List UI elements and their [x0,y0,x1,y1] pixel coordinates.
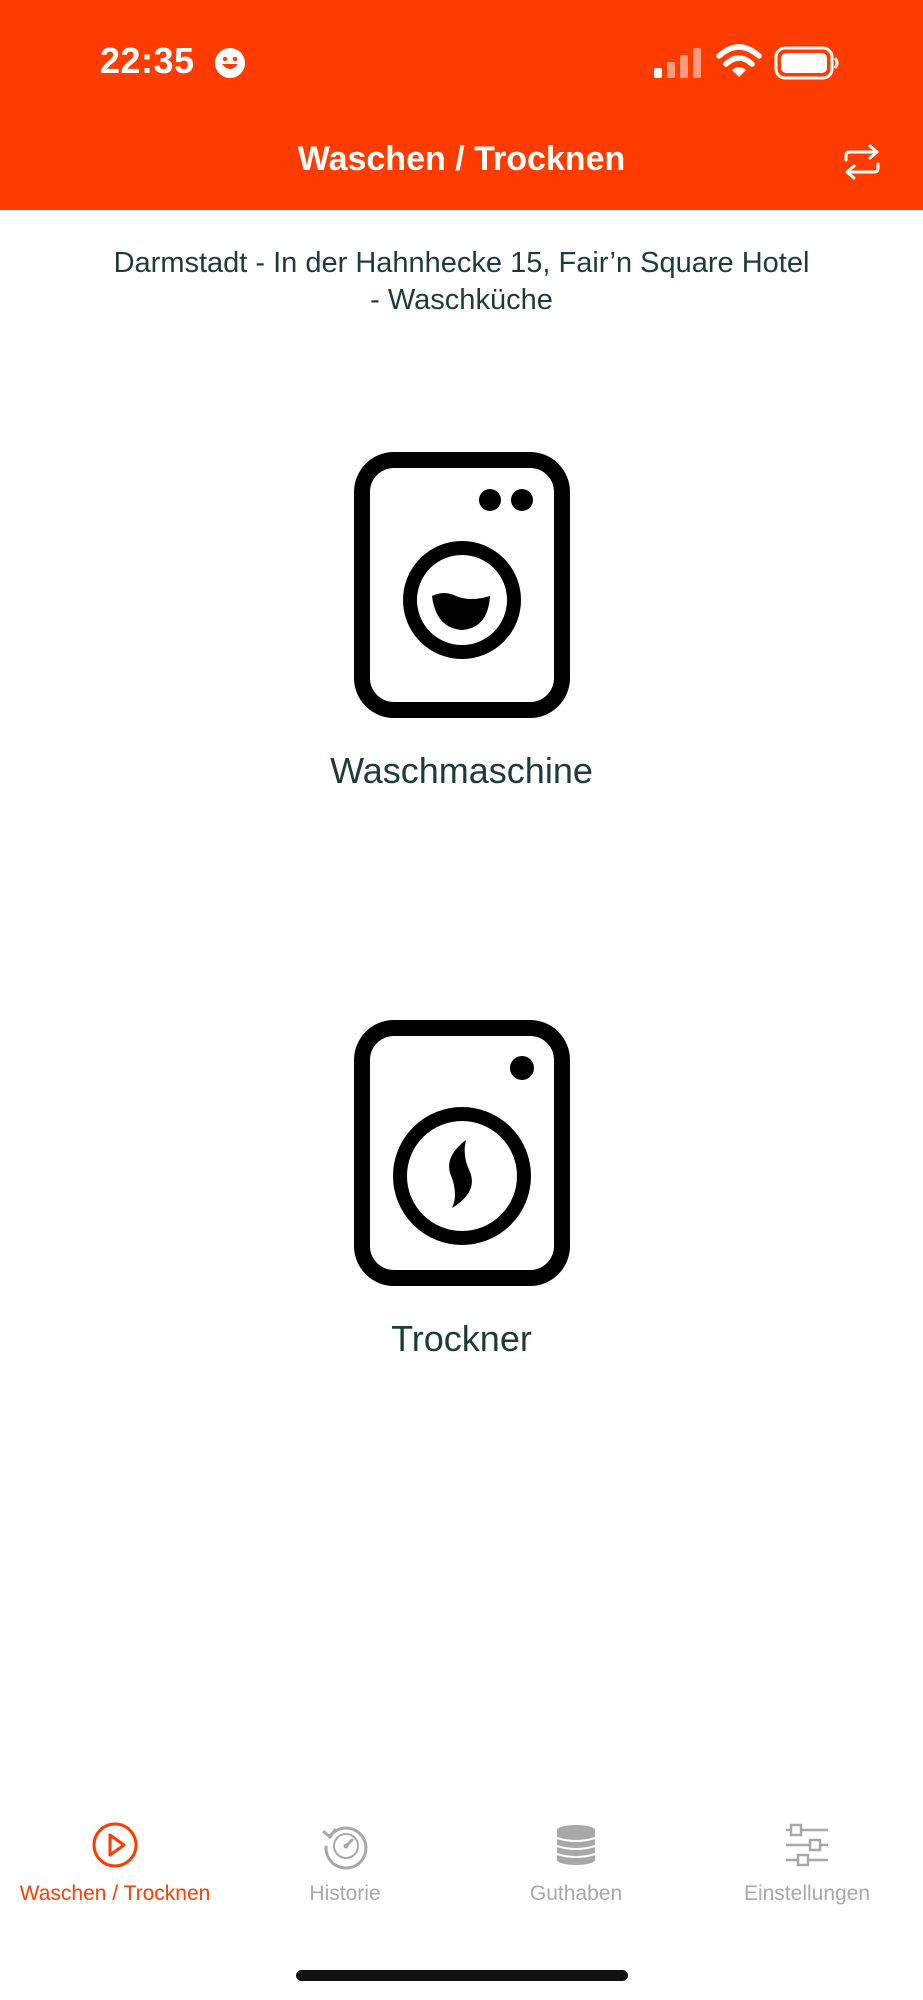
location-line-1: Darmstadt - In der Hahnhecke 15, Fair’n … [113,247,810,279]
header: 22:35 Waschen / Trocknen [0,0,923,210]
battery-icon [774,46,839,80]
smiley-face-icon [215,48,245,78]
tab-bar: Waschen / Trocknen Historie Guthaben Ein… [0,1820,923,1930]
app-screen: 22:35 Waschen / Trocknen Darmstadt - In … [0,0,923,2000]
tab-label-einstellungen: Einstellungen [743,1882,871,1905]
history-icon [322,1826,368,1870]
tab-label-waschen-trocknen: Waschen / Trocknen [19,1882,211,1905]
page-title: Waschen / Trocknen [297,140,626,178]
dryer-icon [353,1020,570,1286]
signal-icon [654,48,701,78]
tab-label-guthaben: Guthaben [529,1882,623,1905]
dryer-label: Trockner [391,1318,532,1359]
tab-guthaben[interactable]: Guthaben [461,1820,691,1930]
tab-label-historie: Historie [309,1882,381,1905]
location-line-2: - Waschküche [370,284,553,316]
wifi-icon [716,44,762,77]
tab-historie[interactable]: Historie [230,1820,460,1930]
coins-icon [556,1825,596,1865]
dryer-option[interactable]: Trockner [0,1018,923,1360]
swap-arrows-icon[interactable] [840,142,884,182]
washing-machine-label: Waschmaschine [330,750,593,791]
washing-machine-option[interactable]: Waschmaschine [0,450,923,792]
status-bar: 22:35 [0,0,923,125]
tab-einstellungen[interactable]: Einstellungen [692,1820,922,1930]
play-circle-icon [92,1822,138,1868]
location-label: Darmstadt - In der Hahnhecke 15, Fair’n … [50,245,873,319]
washing-machine-icon [353,452,570,718]
status-time: 22:35 [100,40,195,81]
tab-waschen-trocknen[interactable]: Waschen / Trocknen [0,1820,230,1930]
home-indicator[interactable] [296,1970,628,1981]
sliders-icon [786,1823,828,1867]
